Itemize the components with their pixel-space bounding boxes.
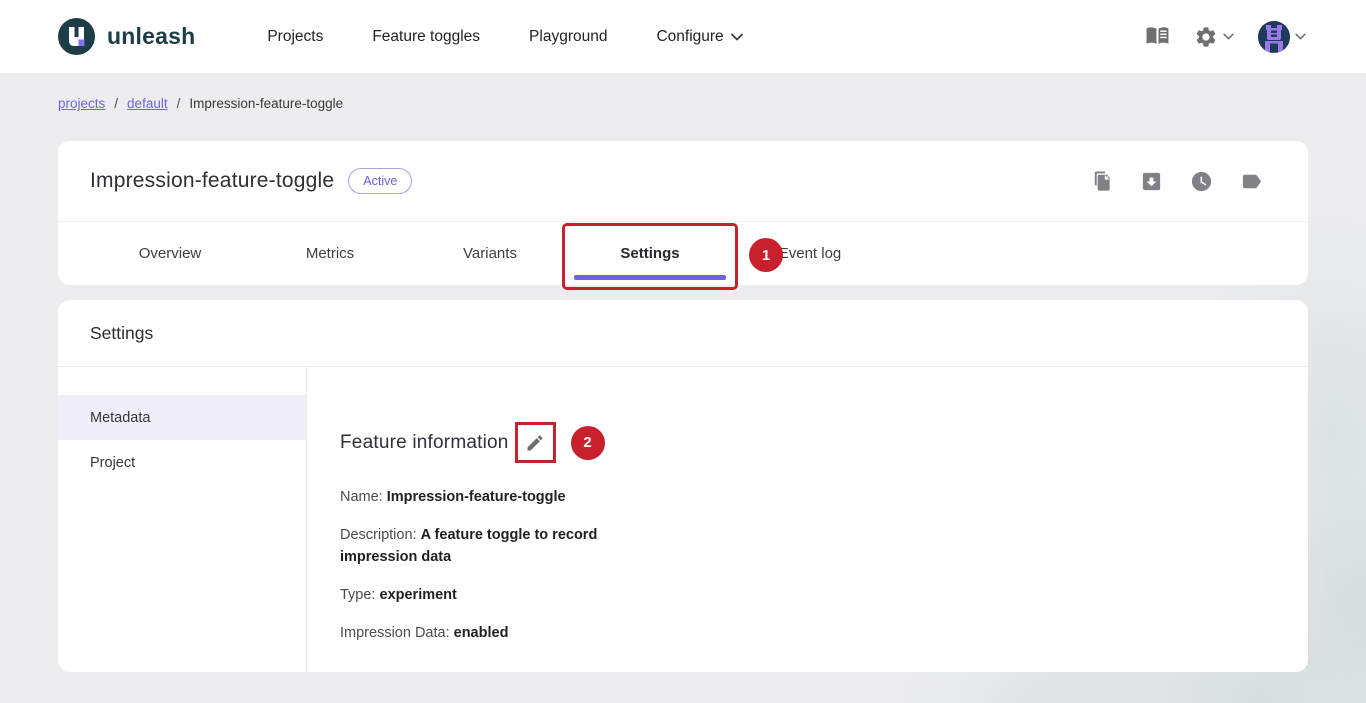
top-navigation-bar: unleash Projects Feature toggles Playgro… (0, 0, 1366, 74)
settings-sidebar: Metadata Project (58, 367, 307, 672)
nav-feature-toggles[interactable]: Feature toggles (372, 28, 480, 46)
copy-icon[interactable] (1090, 170, 1113, 193)
feature-header-card: Impression-feature-toggle Active (58, 141, 1308, 285)
tag-icon[interactable] (1240, 170, 1263, 193)
page-title: Impression-feature-toggle (90, 169, 334, 193)
status-badge: Active (348, 168, 412, 194)
breadcrumb-separator: / (114, 96, 118, 111)
chevron-down-icon (1223, 33, 1234, 40)
nav-configure[interactable]: Configure (656, 28, 742, 46)
main-nav: Projects Feature toggles Playground Conf… (267, 28, 742, 46)
active-tab-indicator (574, 275, 726, 280)
annotation-step-2: 2 (571, 426, 605, 460)
unleash-logo-icon (58, 18, 95, 55)
feature-title-row: Impression-feature-toggle Active (58, 141, 1308, 222)
docs-book-icon[interactable] (1145, 26, 1170, 47)
feature-tabs: Overview Metrics Variants Settings Event… (58, 222, 1308, 284)
breadcrumb-separator: / (177, 96, 181, 111)
sidebar-item-project[interactable]: Project (58, 440, 306, 485)
chevron-down-icon (1295, 33, 1306, 40)
gear-icon (1194, 25, 1218, 49)
history-clock-icon[interactable] (1190, 170, 1213, 193)
breadcrumb: projects / default / Impression-feature-… (58, 96, 343, 111)
tab-metrics[interactable]: Metrics (250, 222, 410, 284)
tab-variants[interactable]: Variants (410, 222, 570, 284)
chevron-down-icon (731, 33, 743, 41)
breadcrumb-projects[interactable]: projects (58, 96, 105, 111)
settings-panel-body: Metadata Project Feature information 2 N… (58, 367, 1308, 672)
unleash-logo-text: unleash (107, 23, 195, 50)
section-title: Feature information (340, 432, 509, 454)
archive-icon[interactable] (1140, 170, 1163, 193)
breadcrumb-current: Impression-feature-toggle (189, 96, 343, 111)
feature-action-buttons (1090, 170, 1263, 193)
nav-projects[interactable]: Projects (267, 28, 323, 46)
tab-overview[interactable]: Overview (90, 222, 250, 284)
tab-settings[interactable]: Settings (570, 222, 730, 284)
edit-button[interactable] (515, 422, 556, 463)
feature-metadata-fields: Name: Impression-feature-toggle Descript… (340, 486, 665, 644)
gear-menu-button[interactable] (1194, 25, 1234, 49)
annotation-step-1: 1 (749, 238, 783, 272)
pencil-icon (525, 433, 545, 453)
field-description: Description: A feature toggle to record … (340, 524, 665, 568)
topbar-right-actions (1145, 21, 1306, 53)
unleash-logo[interactable]: unleash (58, 18, 195, 55)
field-name: Name: Impression-feature-toggle (340, 486, 665, 508)
settings-panel-title: Settings (58, 300, 1308, 367)
nav-playground[interactable]: Playground (529, 28, 607, 46)
user-avatar (1258, 21, 1290, 53)
settings-card: Settings Metadata Project Feature inform… (58, 300, 1308, 672)
field-impression-data: Impression Data: enabled (340, 622, 665, 644)
feature-information-header: Feature information 2 (340, 422, 1308, 463)
field-type: Type: experiment (340, 584, 665, 606)
sidebar-item-metadata[interactable]: Metadata (58, 395, 306, 440)
user-menu-button[interactable] (1258, 21, 1306, 53)
breadcrumb-default[interactable]: default (127, 96, 168, 111)
settings-content: Feature information 2 Name: Impression-f… (307, 367, 1308, 672)
